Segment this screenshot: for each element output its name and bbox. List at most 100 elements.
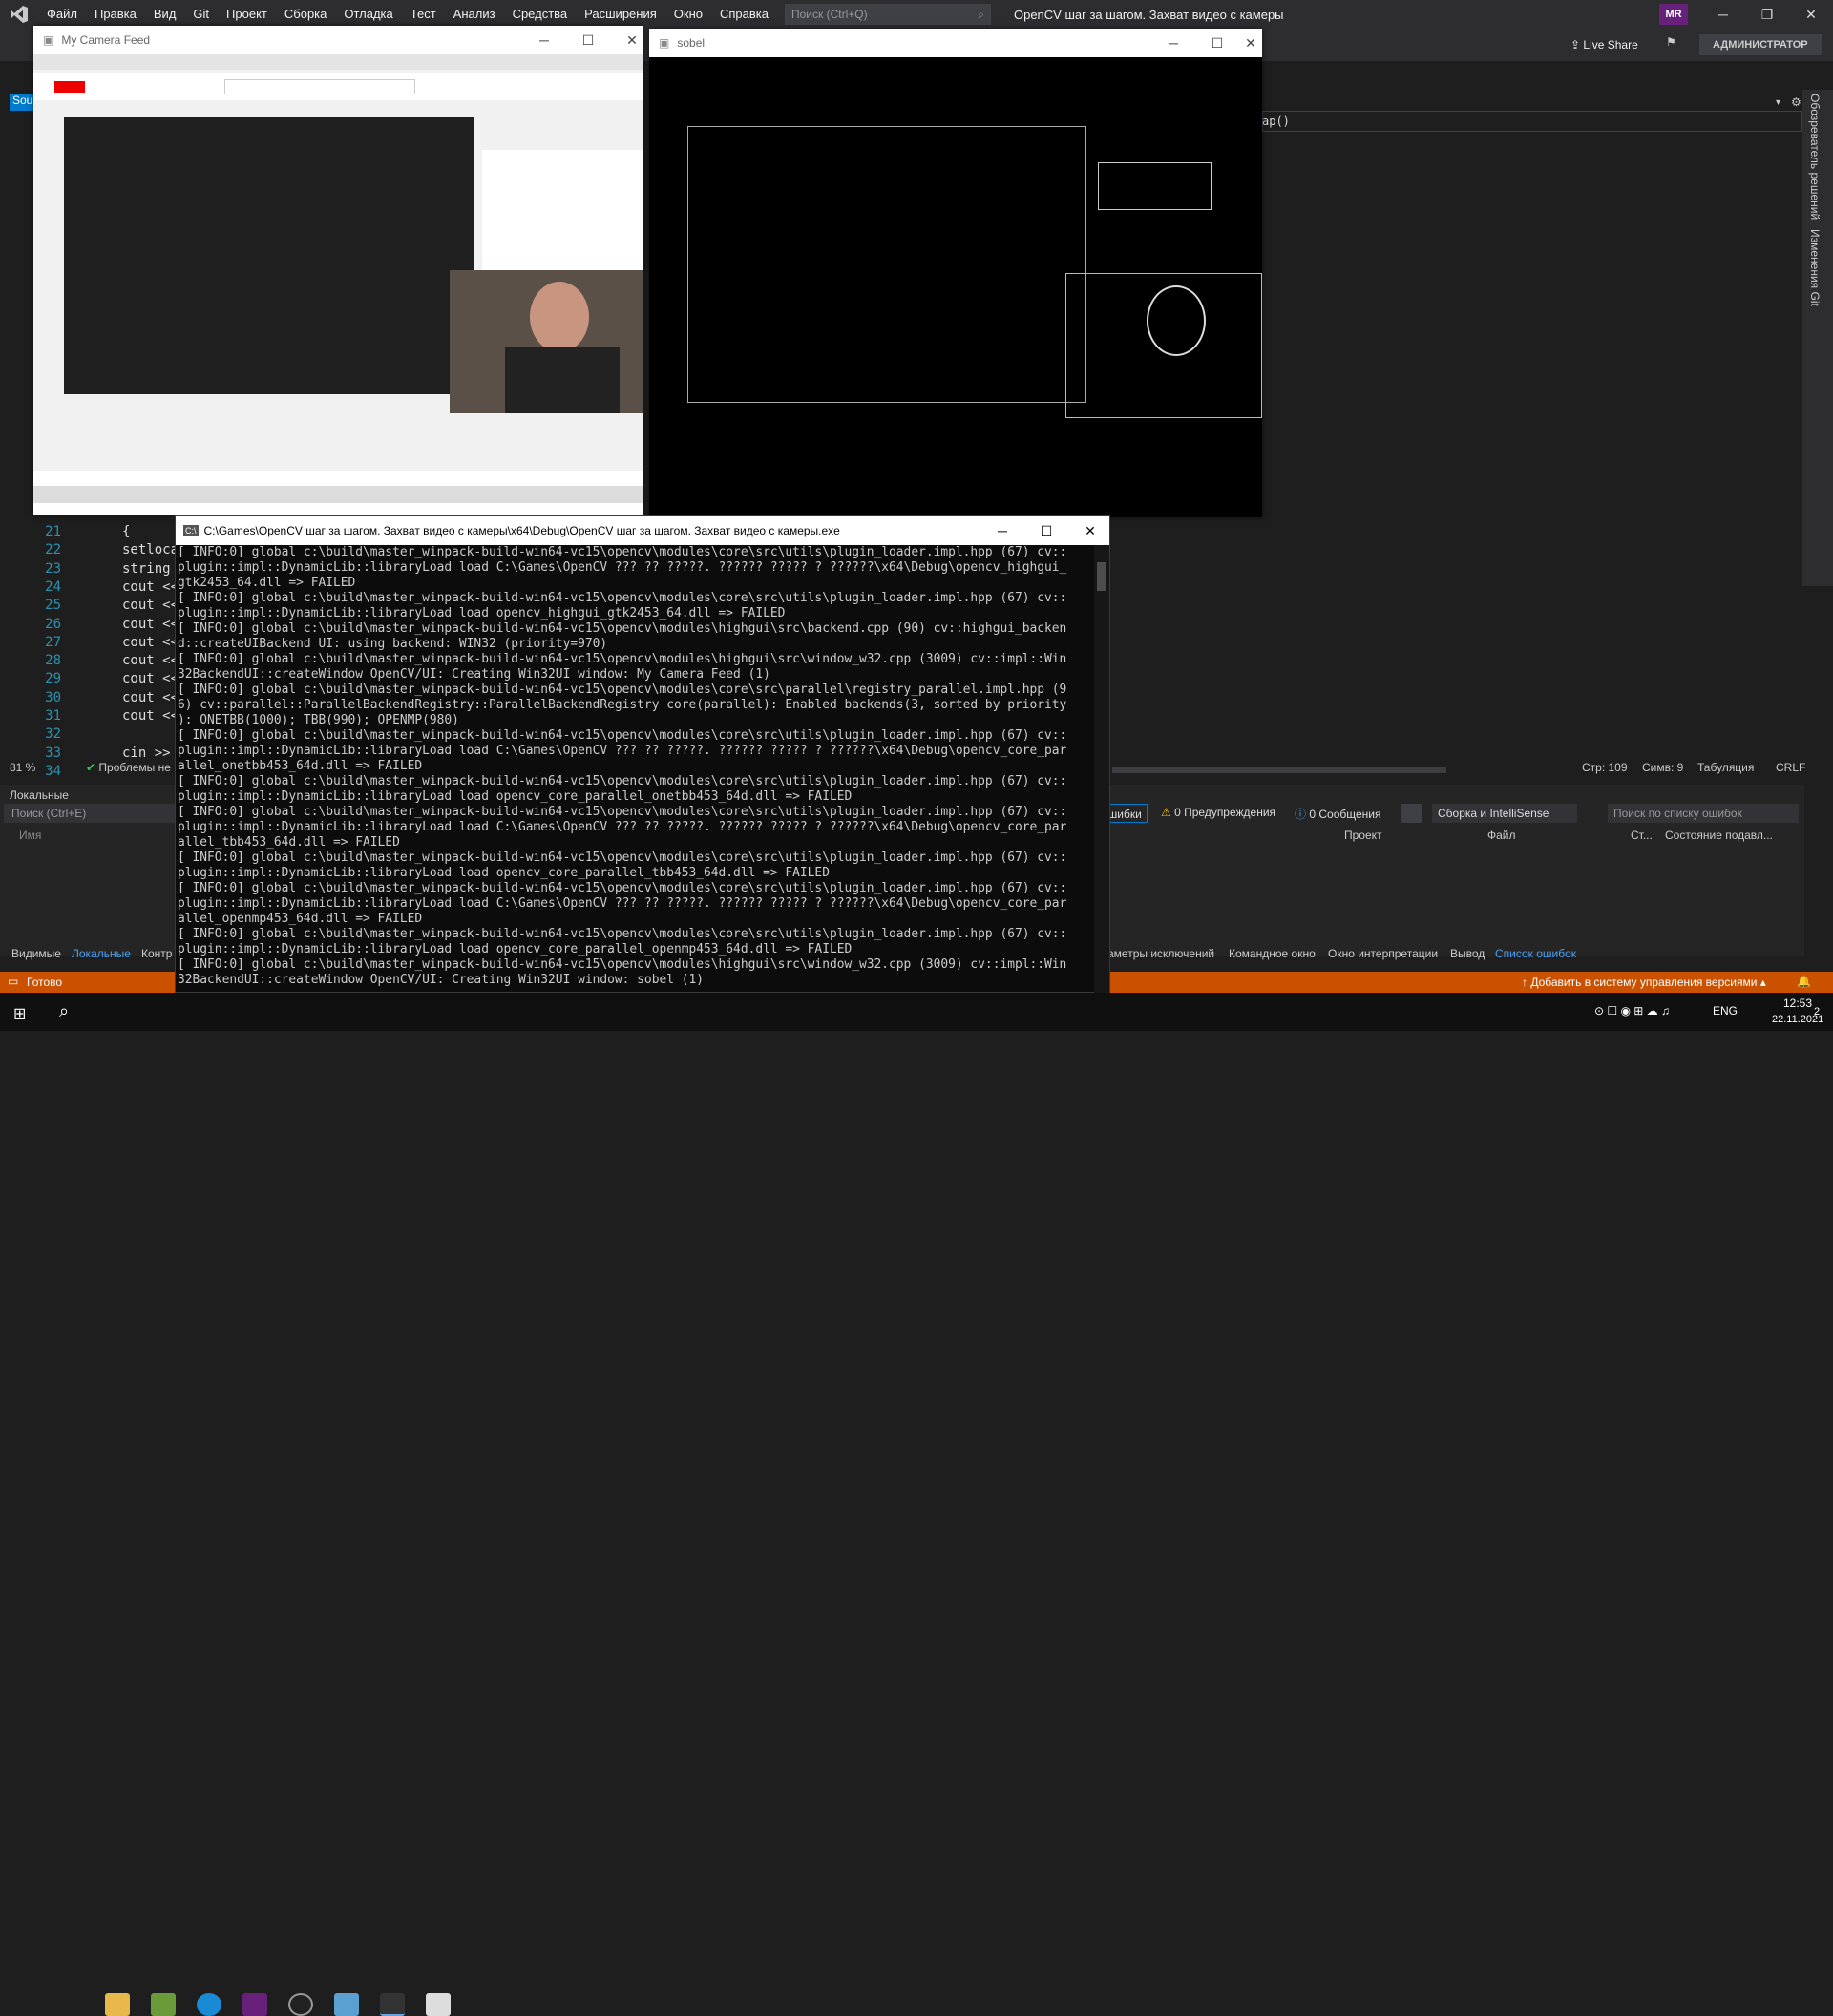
code-line[interactable]: cin >> [122, 746, 171, 761]
sobel-maximize-button[interactable]: ☐ [1195, 29, 1239, 57]
minimize-button[interactable]: ─ [1701, 0, 1745, 29]
admin-badge: АДМИНИСТРАТОР [1699, 34, 1822, 55]
tab-solution-explorer[interactable]: Обозреватель решений [1808, 94, 1822, 220]
obs-icon[interactable] [288, 1993, 313, 2016]
problems-label: Проблемы не [98, 761, 171, 774]
console-taskbar-icon[interactable] [380, 1993, 405, 2016]
code-line[interactable]: cout << [122, 671, 179, 686]
code-line[interactable]: cout << [122, 708, 179, 724]
menu-item-7[interactable]: Тест [402, 0, 445, 29]
gear-icon[interactable]: ⚙ [1791, 95, 1801, 109]
window-icon: ▣ [659, 36, 670, 50]
line-number: 34 [45, 763, 61, 779]
tab-command-window[interactable]: Командное окно [1229, 947, 1316, 960]
menu-bar: Файл Правка Вид Git Проект Сборка Отладка Тест А… [0, 0, 1833, 29]
tab-exception-settings[interactable]: аметры исключений [1107, 947, 1214, 960]
line-number: 21 [45, 524, 61, 539]
tab-locals[interactable]: Локальные [72, 947, 131, 960]
warnings-filter[interactable]: ⚠ 0 Предупреждения [1161, 806, 1275, 819]
windows-start-icon[interactable]: ⊞ [13, 1004, 26, 1023]
visual-studio-taskbar-icon[interactable] [242, 1993, 267, 2016]
tab-immediate-window[interactable]: Окно интерпретации [1328, 947, 1438, 960]
live-share-button[interactable]: ⇪ Live Share [1570, 38, 1638, 52]
menu-item-10[interactable]: Расширения [576, 0, 665, 29]
column-file[interactable]: Файл [1487, 829, 1516, 842]
column-line[interactable]: Ст... [1631, 829, 1653, 842]
menu-item-6[interactable]: Отладка [335, 0, 401, 29]
tray-icons[interactable]: ⊙ ☐ ◉ ⊞ ☁ ♫ [1594, 1004, 1670, 1018]
opencv-window-taskbar-icon[interactable] [426, 1993, 451, 2016]
sobel-close-button[interactable]: ✕ [1239, 29, 1262, 57]
locals-search-input[interactable]: Поиск (Ctrl+E) [4, 804, 176, 823]
chevron-down-icon[interactable]: ▾ [1776, 97, 1780, 108]
filter-icon[interactable] [1401, 804, 1422, 823]
restore-button[interactable]: ❐ [1745, 0, 1789, 29]
visual-studio-logo-icon[interactable] [0, 0, 38, 29]
horizontal-scrollbar[interactable] [1112, 766, 1446, 773]
console-close-button[interactable]: ✕ [1068, 516, 1112, 545]
tab-watch[interactable]: Видимые [11, 947, 61, 960]
scrollbar-thumb[interactable] [1097, 562, 1106, 591]
app-icon[interactable] [151, 1993, 176, 2016]
avatar[interactable]: MR [1659, 4, 1688, 25]
camera-minimize-button[interactable]: ─ [522, 26, 566, 54]
code-line[interactable]: { [122, 524, 130, 539]
column-suppression[interactable]: Состояние подавл... [1665, 829, 1773, 842]
code-line[interactable]: cout << [122, 635, 179, 650]
messages-filter[interactable]: ⓘ 0 Сообщения [1295, 806, 1380, 822]
menu-item-3[interactable]: Git [184, 0, 218, 29]
notifications-icon[interactable]: 🔔 [1797, 975, 1811, 988]
menu-item-5[interactable]: Сборка [276, 0, 336, 29]
youtube-logo-icon [54, 81, 85, 93]
camera-close-button[interactable]: ✕ [610, 26, 654, 54]
console-output[interactable]: [ INFO:0] global c:\build\master_winpack… [178, 545, 1094, 990]
column-project[interactable]: Проект [1344, 829, 1382, 842]
menu-item-8[interactable]: Анализ [445, 0, 504, 29]
camera-maximize-button[interactable]: ☐ [566, 26, 610, 54]
clock-time[interactable]: 12:53 [1783, 997, 1812, 1010]
edge-browser-icon[interactable] [197, 1993, 221, 2016]
code-line[interactable]: cout << [122, 598, 179, 613]
tab-context[interactable]: Контр [141, 947, 172, 960]
feedback-icon[interactable]: ⚑ [1666, 35, 1676, 49]
app-icon-2[interactable] [334, 1993, 359, 2016]
language-indicator[interactable]: ENG [1713, 1004, 1738, 1018]
code-line[interactable]: cout << [122, 653, 179, 668]
code-line[interactable]: cout << [122, 579, 179, 595]
navigation-bar[interactable] [1262, 111, 1802, 132]
tab-git-changes[interactable]: Изменения Git [1808, 229, 1822, 306]
code-line[interactable]: cout << [122, 690, 179, 705]
console-minimize-button[interactable]: ─ [980, 516, 1024, 545]
menu-item-4[interactable]: Проект [218, 0, 276, 29]
menu-item-2[interactable]: Вид [145, 0, 185, 29]
problems-indicator[interactable]: ✔ Проблемы не [86, 761, 171, 774]
notification-count[interactable]: 2 [1814, 1006, 1820, 1018]
code-line[interactable]: setloca [122, 542, 179, 557]
code-line[interactable]: string [122, 561, 171, 577]
code-line[interactable]: cout << [122, 617, 179, 632]
sobel-minimize-button[interactable]: ─ [1151, 29, 1195, 57]
line-number: 30 [45, 689, 61, 705]
search-icon[interactable]: ⌕ [59, 1001, 69, 1021]
console-window: C:\ C:\Games\OpenCV шаг за шагом. Захват… [175, 515, 1112, 994]
menu-item-1[interactable]: Правка [86, 0, 145, 29]
sobel-face-outline [1147, 285, 1206, 356]
tab-error-list[interactable]: Список ошибок [1495, 947, 1576, 960]
tab-output[interactable]: Вывод [1450, 947, 1485, 960]
close-button[interactable]: ✕ [1789, 0, 1833, 29]
warnings-label: 0 Предупреждения [1174, 806, 1276, 819]
build-filter-select[interactable]: Сборка и IntelliSense [1432, 804, 1577, 823]
error-search-input[interactable]: Поиск по списку ошибок [1608, 804, 1799, 823]
menu-item-11[interactable]: Окно [665, 0, 711, 29]
file-explorer-icon[interactable] [105, 1993, 130, 2016]
menu-item-9[interactable]: Средства [504, 0, 577, 29]
console-maximize-button[interactable]: ☐ [1024, 516, 1068, 545]
menu-item-12[interactable]: Справка [711, 0, 777, 29]
menu-item-0[interactable]: Файл [38, 0, 86, 29]
line-number: 24 [45, 578, 61, 595]
console-scrollbar[interactable] [1094, 545, 1109, 994]
console-line: [ INFO:0] global c:\build\master_winpack… [178, 927, 1067, 941]
add-to-source-control[interactable]: ↑ Добавить в систему управления версиями… [1522, 976, 1766, 989]
line-number: 23 [45, 560, 61, 577]
search-input[interactable]: Поиск (Ctrl+Q) ⌕ [784, 4, 991, 25]
